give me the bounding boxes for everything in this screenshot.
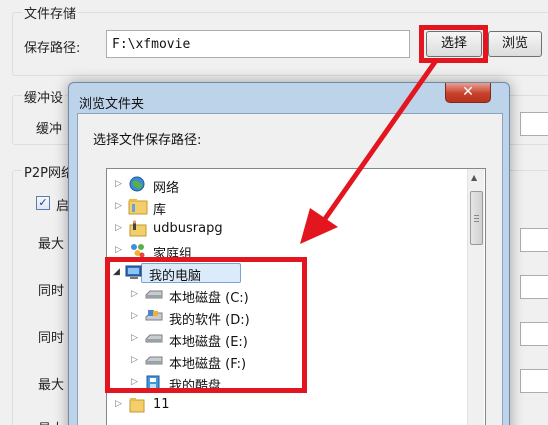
- tree-item-label: 网络: [153, 181, 180, 196]
- tree-item-label: udbusrapg: [153, 221, 223, 236]
- tree-item-folder-11[interactable]: ▷ 11: [107, 394, 465, 416]
- p2p-row-label: 最大: [38, 237, 65, 252]
- scroll-up-arrow-icon[interactable]: ▲: [471, 173, 477, 182]
- tree-item-network[interactable]: ▷ 网络: [107, 174, 465, 196]
- expand-arrow-icon[interactable]: ▷: [115, 398, 125, 410]
- close-button[interactable]: ✕: [445, 83, 491, 103]
- cache-value-input[interactable]: [520, 112, 548, 136]
- p2p-value-input[interactable]: [520, 228, 548, 252]
- cache-row-label: 缓冲: [36, 122, 63, 137]
- browse-button[interactable]: 浏览: [488, 31, 542, 57]
- network-globe-icon: [129, 176, 145, 192]
- p2p-enable-checkbox[interactable]: ✓: [36, 196, 50, 210]
- p2p-row-label: 最大: [38, 378, 65, 393]
- expand-arrow-icon[interactable]: ▷: [115, 178, 125, 190]
- tree-scrollbar[interactable]: ▲: [467, 169, 484, 425]
- folder-icon: [129, 398, 145, 413]
- tree-item-user-folder[interactable]: ▷ udbusrapg: [107, 218, 465, 240]
- tree-item-label: 11: [153, 397, 170, 412]
- save-path-input[interactable]: F:\xfmovie: [106, 30, 410, 58]
- scrollbar-thumb[interactable]: [470, 191, 483, 245]
- expand-arrow-icon[interactable]: ▷: [115, 222, 125, 234]
- tree-item-library[interactable]: ▷ 库: [107, 196, 465, 218]
- p2p-value-input[interactable]: [520, 369, 548, 393]
- p2p-row-label: 最大: [38, 418, 64, 425]
- cache-group-title: 缓冲设: [22, 87, 66, 106]
- user-folder-icon: [129, 220, 147, 237]
- drive-list-highlight: [105, 257, 307, 393]
- close-icon: ✕: [462, 84, 474, 100]
- p2p-row-label: 同时: [38, 284, 65, 299]
- dialog-title: 浏览文件夹: [79, 97, 145, 112]
- p2p-row-label: 同时: [38, 331, 65, 346]
- tree-item-label: 库: [153, 203, 167, 218]
- p2p-value-input[interactable]: [520, 275, 548, 299]
- p2p-value-input[interactable]: [520, 322, 548, 346]
- expand-arrow-icon[interactable]: ▷: [115, 244, 125, 256]
- scrollbar-grip: [474, 221, 479, 222]
- library-folder-icon: [128, 199, 148, 215]
- select-button-highlight: [419, 25, 488, 63]
- scrollbar-grip: [474, 215, 479, 216]
- expand-arrow-icon[interactable]: ▷: [115, 200, 125, 212]
- save-path-label: 保存路径:: [24, 41, 81, 56]
- file-storage-group-title: 文件存储: [22, 3, 79, 22]
- dialog-prompt: 选择文件保存路径:: [93, 133, 202, 148]
- scrollbar-grip: [474, 218, 479, 219]
